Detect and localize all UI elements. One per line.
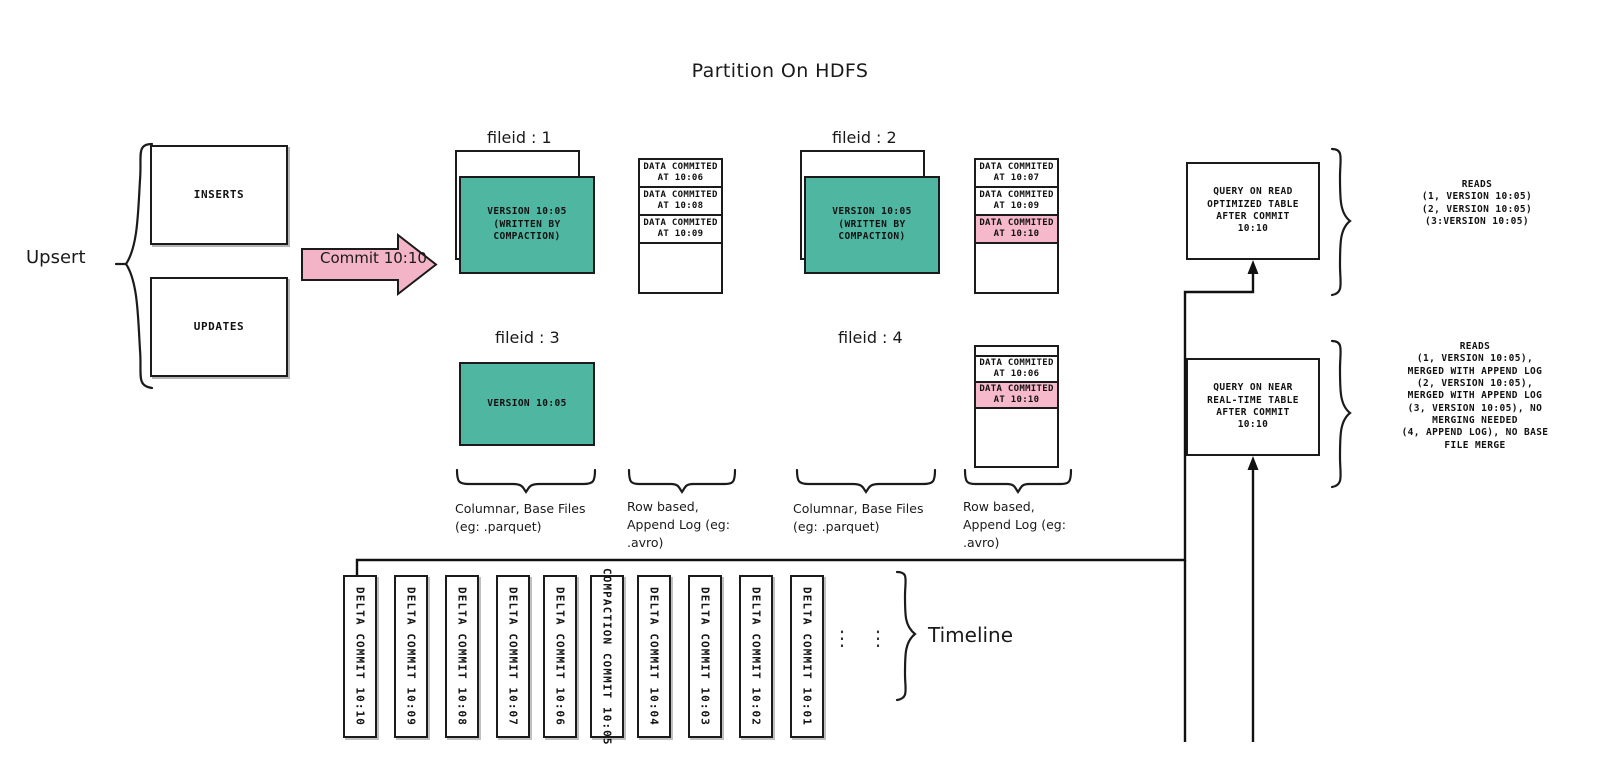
- timeline-ellipsis-1: ⋮: [832, 626, 852, 650]
- timeline-card[interactable]: DELTA COMMIT 10:07: [496, 575, 530, 738]
- timeline-ellipsis-2: ⋮: [868, 626, 888, 650]
- timeline-card[interactable]: DELTA COMMIT 10:04: [637, 575, 671, 738]
- timeline-card-label: DELTA COMMIT 10:06: [553, 586, 567, 726]
- timeline-card[interactable]: DELTA COMMIT 10:03: [688, 575, 722, 738]
- timeline-card[interactable]: DELTA COMMIT 10:01: [790, 575, 824, 738]
- timeline-card-label: DELTA COMMIT 10:04: [647, 586, 661, 726]
- timeline-brace-icon: [895, 570, 917, 702]
- timeline-card[interactable]: DELTA COMMIT 10:02: [739, 575, 773, 738]
- timeline-card-label: DELTA COMMIT 10:07: [506, 586, 520, 726]
- timeline-card-label: DELTA COMMIT 10:01: [800, 586, 814, 726]
- timeline-card-compaction[interactable]: COMPACTION COMMIT 10:05: [590, 568, 624, 745]
- timeline-card-label: DELTA COMMIT 10:02: [749, 586, 763, 726]
- timeline-card-label: DELTA COMMIT 10:03: [698, 586, 712, 726]
- timeline-card[interactable]: DELTA COMMIT 10:08: [445, 575, 479, 738]
- timeline-card[interactable]: DELTA COMMIT 10:10: [343, 575, 377, 738]
- timeline-card-label: DELTA COMMIT 10:09: [404, 586, 418, 726]
- timeline-card[interactable]: DELTA COMMIT 10:06: [543, 575, 577, 738]
- timeline-card[interactable]: DELTA COMMIT 10:09: [394, 575, 428, 738]
- timeline-card-label: DELTA COMMIT 10:10: [353, 586, 367, 726]
- timeline-label: Timeline: [928, 623, 1014, 647]
- timeline-card-label: DELTA COMMIT 10:08: [455, 586, 469, 726]
- timeline-card-label: COMPACTION COMMIT 10:05: [600, 567, 614, 746]
